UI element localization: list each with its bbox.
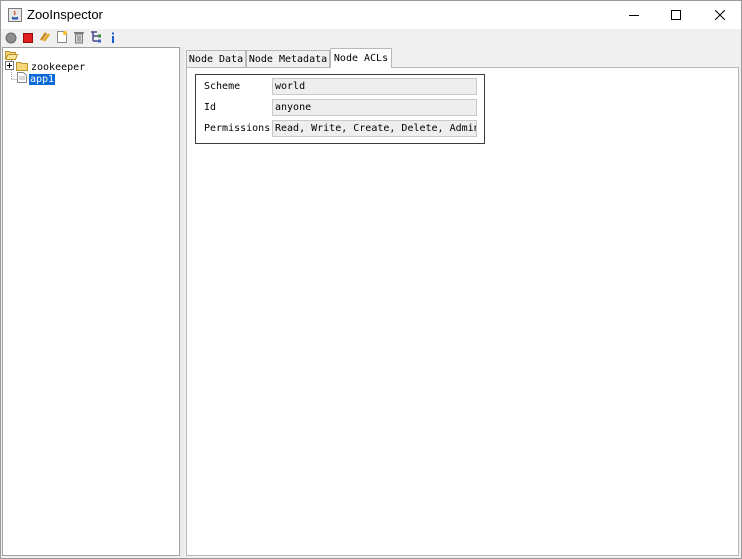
connect-button[interactable]	[3, 30, 19, 46]
tab-node-data[interactable]: Node Data	[186, 50, 246, 67]
about-button[interactable]	[105, 30, 121, 46]
scheme-label: Scheme	[204, 81, 241, 92]
close-icon	[715, 10, 725, 20]
tab-node-acls[interactable]: Node ACLs	[330, 48, 392, 68]
permissions-label: Permissions	[204, 123, 271, 134]
zooinspector-window: ZooInspector zookeeper app1 Node Data No…	[0, 0, 742, 559]
refresh-icon	[38, 29, 52, 48]
file-icon	[17, 72, 27, 86]
node-viewer-panel: Node Data Node Metadata Node ACLs Scheme…	[184, 47, 741, 558]
refresh-button[interactable]	[37, 30, 53, 46]
maximize-button[interactable]	[653, 1, 699, 29]
window-title: ZooInspector	[27, 7, 103, 22]
id-label: Id	[204, 102, 217, 113]
delete-node-button[interactable]	[71, 30, 87, 46]
id-field[interactable]: anyone	[272, 99, 477, 116]
connect-icon	[5, 29, 17, 48]
close-button[interactable]	[697, 1, 741, 29]
java-app-icon	[8, 7, 22, 22]
add-node-button[interactable]	[54, 30, 70, 46]
disconnect-icon	[22, 29, 34, 48]
tab-node-metadata[interactable]: Node Metadata	[246, 50, 330, 67]
delete-node-icon	[73, 29, 85, 48]
add-node-icon	[56, 29, 68, 48]
node-viewers-icon	[89, 29, 103, 48]
title-bar: ZooInspector	[1, 1, 741, 29]
permissions-field[interactable]: Read, Write, Create, Delete, Admin	[272, 120, 477, 137]
tree-item-label: app1	[29, 73, 56, 85]
node-viewers-button[interactable]	[88, 30, 104, 46]
about-icon	[108, 29, 118, 48]
minimize-button[interactable]	[611, 1, 657, 29]
tree-item-app1[interactable]: app1	[17, 72, 56, 86]
toolbar	[1, 29, 741, 47]
acl-tab-content: Scheme world Id anyone Permissions Read,…	[186, 67, 739, 556]
acl-entry: Scheme world Id anyone Permissions Read,…	[195, 74, 485, 144]
disconnect-button[interactable]	[20, 30, 36, 46]
maximize-icon	[671, 10, 681, 20]
minimize-icon	[629, 10, 639, 20]
scheme-field[interactable]: world	[272, 78, 477, 95]
tree-item-label: zookeeper	[31, 61, 86, 73]
expand-icon[interactable]	[5, 61, 14, 73]
node-tree-panel[interactable]: zookeeper app1	[2, 47, 180, 556]
